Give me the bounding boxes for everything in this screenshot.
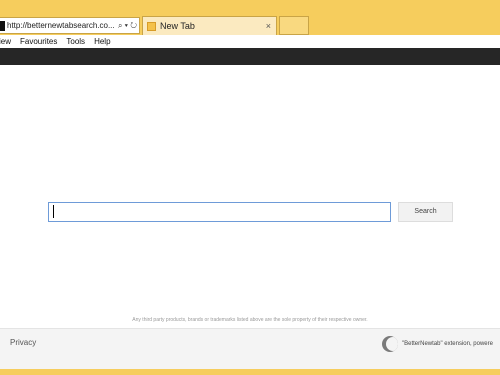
menu-item-tools[interactable]: Tools: [66, 37, 85, 46]
address-url[interactable]: http://betternewtabsearch.co...: [7, 21, 116, 30]
browser-bottom-frame: [0, 369, 500, 375]
extension-credit-text: "BetterNewtab" extension, powere: [402, 341, 493, 347]
tab-new-tab[interactable]: New Tab ×: [142, 16, 277, 35]
moon-logo-icon: [382, 336, 398, 352]
menu-item-favourites[interactable]: Favourites: [20, 37, 57, 46]
footer: [0, 328, 500, 369]
page-header-bar: [0, 48, 500, 65]
tab-favicon-icon: [147, 21, 156, 31]
tab-title: New Tab: [160, 21, 195, 31]
privacy-link[interactable]: Privacy: [10, 338, 36, 347]
address-bar[interactable]: http://betternewtabsearch.co... ⌕ ▾ ↻: [0, 17, 140, 34]
new-tab-button[interactable]: [279, 16, 309, 35]
close-tab-icon[interactable]: ×: [266, 21, 276, 31]
site-favicon-icon: [0, 20, 5, 31]
disclaimer-text: Any third party products, brands or trad…: [132, 317, 368, 323]
menu-item-view[interactable]: iew: [0, 37, 11, 46]
text-cursor: [53, 205, 54, 218]
search-button[interactable]: Search: [398, 202, 453, 222]
address-bar-controls-icon[interactable]: ⌕ ▾ ↻: [116, 21, 139, 31]
menu-bar: iew Favourites Tools Help: [0, 35, 500, 48]
search-input[interactable]: [48, 202, 391, 222]
menu-item-help[interactable]: Help: [94, 37, 110, 46]
